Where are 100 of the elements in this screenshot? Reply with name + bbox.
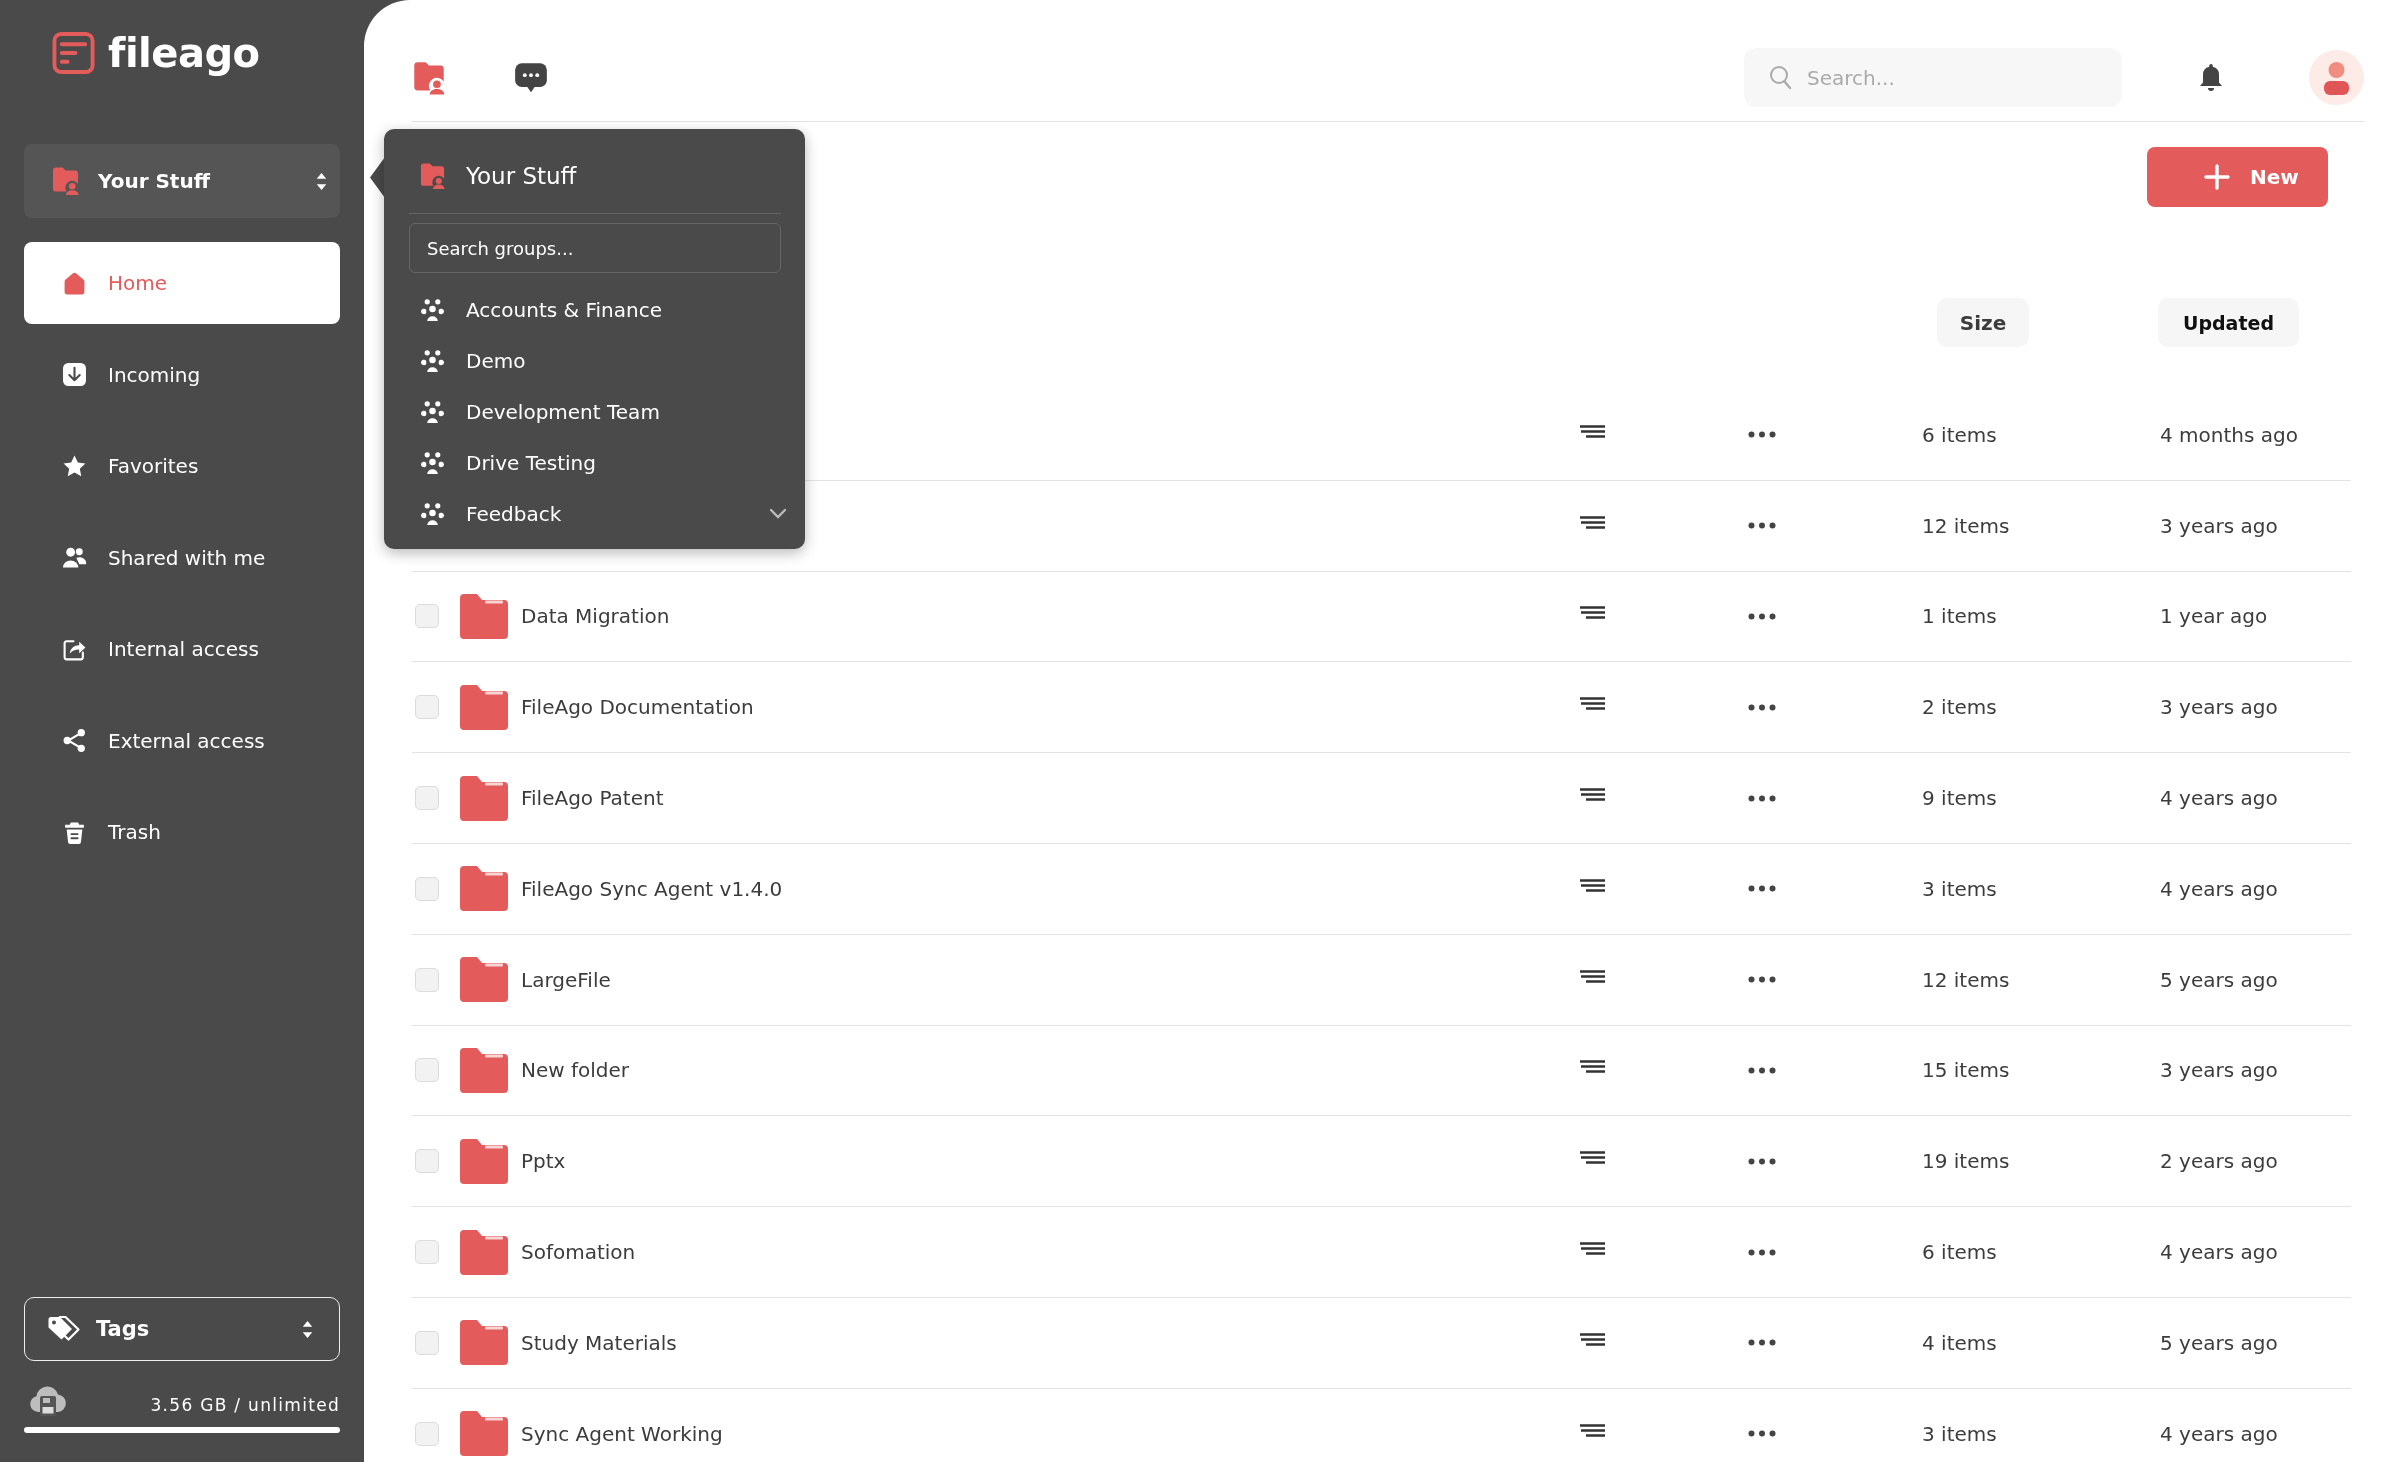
checkbox[interactable] — [415, 786, 439, 811]
folder-name[interactable]: LargeFile — [521, 967, 611, 992]
folder-icon — [460, 957, 508, 1003]
folder-name[interactable]: Study Materials — [521, 1330, 677, 1355]
lines-icon[interactable] — [1580, 606, 1605, 621]
item-count: 1 items — [1922, 604, 1997, 629]
sidebar-item[interactable]: External access — [24, 699, 340, 782]
group-icon — [420, 450, 445, 475]
lines-icon[interactable] — [1580, 878, 1605, 893]
checkbox[interactable] — [415, 1058, 439, 1083]
updated-time: 1 year ago — [2160, 604, 2268, 629]
group-item[interactable]: Drive Testing — [409, 437, 787, 488]
folder-person-icon — [420, 162, 445, 190]
lines-icon[interactable] — [1580, 1332, 1605, 1347]
item-count: 19 items — [1922, 1149, 2010, 1174]
folder-name[interactable]: FileAgo Patent — [521, 786, 664, 811]
item-count: 3 items — [1922, 1421, 1997, 1446]
more-icon[interactable] — [1748, 431, 1776, 439]
sort-arrows-icon — [315, 171, 328, 191]
updated-time: 2 years ago — [2160, 1149, 2278, 1174]
updated-time: 5 years ago — [2160, 967, 2278, 992]
cloud-floppy-icon — [28, 1385, 68, 1417]
lines-icon[interactable] — [1580, 788, 1605, 803]
folder-icon — [460, 594, 508, 639]
lines-icon[interactable] — [1580, 1151, 1605, 1166]
lines-icon[interactable] — [1580, 697, 1605, 712]
space-selector[interactable]: Your Stuff — [24, 144, 340, 218]
checkbox[interactable] — [415, 1330, 439, 1355]
more-icon[interactable] — [1748, 976, 1776, 984]
checkbox[interactable] — [415, 1421, 439, 1446]
chevron-down-icon[interactable] — [769, 507, 787, 520]
folder-name[interactable]: Pptx — [521, 1149, 566, 1174]
tags-selector[interactable]: Tags — [24, 1297, 340, 1361]
updated-time: 3 years ago — [2160, 695, 2278, 720]
folder-person-icon[interactable] — [412, 60, 446, 95]
lines-icon[interactable] — [1580, 424, 1605, 439]
group-item[interactable]: Feedback — [409, 488, 787, 539]
more-icon[interactable] — [1748, 613, 1776, 620]
folder-icon — [460, 684, 508, 730]
avatar-icon[interactable] — [2309, 50, 2364, 105]
bell-icon[interactable] — [2199, 61, 2223, 94]
column-header[interactable]: Updated — [2158, 298, 2299, 347]
more-icon[interactable] — [1748, 1066, 1776, 1074]
folder-name[interactable]: FileAgo Documentation — [521, 695, 754, 720]
item-count: 12 items — [1922, 967, 2010, 992]
lines-icon[interactable] — [1580, 969, 1605, 984]
more-icon[interactable] — [1748, 703, 1776, 711]
more-icon[interactable] — [1748, 522, 1776, 530]
updated-time: 4 years ago — [2160, 1240, 2278, 1265]
more-icon[interactable] — [1748, 1430, 1776, 1438]
more-icon[interactable] — [1748, 885, 1776, 893]
checkbox[interactable] — [415, 604, 439, 629]
checkbox[interactable] — [415, 1149, 439, 1174]
sidebar-item[interactable]: Home — [24, 242, 340, 324]
folder-name[interactable]: Sync Agent Working — [521, 1421, 723, 1446]
download-box-icon — [62, 362, 87, 387]
checkbox[interactable] — [415, 695, 439, 720]
updated-time: 4 years ago — [2160, 786, 2278, 811]
folder-name[interactable]: Sofomation — [521, 1240, 636, 1265]
sidebar-item[interactable]: Incoming — [24, 333, 340, 416]
updated-time: 3 years ago — [2160, 1058, 2278, 1083]
storage-usage: 3.56 GB / unlimited — [150, 1395, 340, 1415]
home-icon — [62, 270, 87, 296]
group-item[interactable]: Accounts & Finance — [409, 284, 787, 335]
group-icon — [420, 399, 445, 424]
more-icon[interactable] — [1748, 1339, 1776, 1347]
item-count: 6 items — [1922, 1240, 1997, 1265]
lines-icon[interactable] — [1580, 1060, 1605, 1075]
group-icon — [420, 501, 445, 526]
sort-arrows-icon — [301, 1319, 314, 1339]
folder-icon — [460, 1411, 508, 1457]
more-icon[interactable] — [1748, 794, 1776, 802]
group-item[interactable]: Demo — [409, 335, 787, 386]
more-icon[interactable] — [1748, 1157, 1776, 1165]
lines-icon[interactable] — [1580, 1242, 1605, 1257]
new-button[interactable]: New — [2147, 147, 2328, 207]
lines-icon[interactable] — [1580, 515, 1605, 530]
search-field[interactable]: Search... — [1744, 48, 2122, 107]
group-item[interactable]: Development Team — [409, 386, 787, 437]
sidebar-item[interactable]: Trash — [24, 791, 340, 873]
sidebar-item[interactable]: Favorites — [24, 425, 340, 507]
folder-icon — [460, 1229, 508, 1275]
checkbox[interactable] — [415, 876, 439, 901]
sidebar-item[interactable]: Shared with me — [24, 516, 340, 599]
group-search-field[interactable]: Search groups... — [409, 223, 781, 273]
item-count: 3 items — [1922, 876, 1997, 901]
checkbox[interactable] — [415, 967, 439, 992]
folder-name[interactable]: Data Migration — [521, 604, 670, 629]
column-header[interactable]: Size — [1937, 298, 2029, 347]
group-icon — [420, 297, 445, 322]
checkbox[interactable] — [415, 1240, 439, 1265]
more-icon[interactable] — [1748, 1248, 1776, 1256]
share-icon — [62, 728, 87, 753]
folder-name[interactable]: New folder — [521, 1058, 630, 1083]
search-icon — [1769, 65, 1792, 90]
lines-icon[interactable] — [1580, 1423, 1605, 1438]
folder-name[interactable]: FileAgo Sync Agent v1.4.0 — [521, 876, 783, 901]
updated-time: 4 years ago — [2160, 876, 2278, 901]
star-icon — [62, 453, 87, 479]
sidebar-item[interactable]: Internal access — [24, 608, 340, 690]
